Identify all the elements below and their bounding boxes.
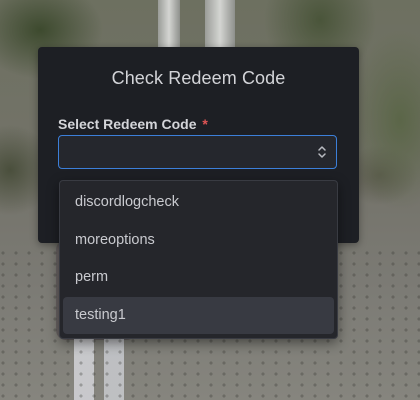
dropdown-option-moreoptions[interactable]: moreoptions <box>63 222 334 260</box>
background-pillar <box>205 0 235 48</box>
chevron-up-down-icon <box>318 146 326 158</box>
select-redeem-code-label: Select Redeem Code * <box>58 116 208 132</box>
dropdown-option-testing1[interactable]: testing1 <box>63 296 334 334</box>
redeem-code-select[interactable] <box>58 135 337 169</box>
required-mark: * <box>202 116 208 132</box>
redeem-code-dropdown: discordlogcheck moreoptions perm testing… <box>59 180 338 339</box>
dropdown-option-perm[interactable]: perm <box>63 259 334 297</box>
dialog-title: Check Redeem Code <box>111 68 286 88</box>
dropdown-option-discordlogcheck[interactable]: discordlogcheck <box>63 184 334 222</box>
field-label-text: Select Redeem Code <box>58 116 197 132</box>
background-pillar <box>158 0 180 48</box>
